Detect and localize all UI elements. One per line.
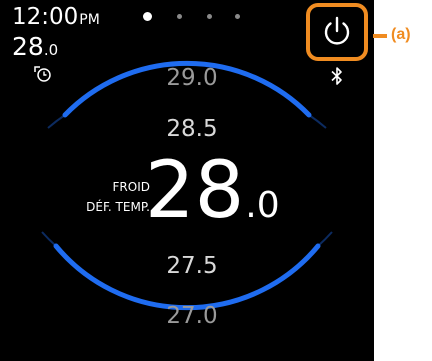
- setpoint-whole: 28: [145, 146, 245, 236]
- status-time: 12:00PM: [12, 4, 100, 33]
- callout-line: [373, 34, 387, 38]
- power-icon: [324, 16, 350, 45]
- page-dot-2[interactable]: [177, 14, 182, 19]
- thermostat-screen: 12:00PM 28.0 29.0 28.5 FROID DÉF. TEMP. …: [0, 0, 374, 361]
- callout-label: (a): [391, 26, 411, 43]
- time-ampm: PM: [79, 12, 100, 28]
- page-dot-3[interactable]: [207, 14, 212, 19]
- setpoint-display[interactable]: 28.0: [145, 145, 280, 252]
- selector-option-above-2[interactable]: 28.5: [132, 115, 252, 143]
- mode-line-2: DÉF. TEMP.: [86, 200, 150, 214]
- page-indicator[interactable]: [139, 10, 249, 24]
- page-dot-4[interactable]: [235, 14, 240, 19]
- time-value: 12:00: [12, 4, 79, 30]
- mode-line-1: FROID: [112, 180, 150, 194]
- current-temp-whole: 28: [12, 32, 44, 61]
- current-temp-decimal: .0: [43, 41, 59, 59]
- selector-option-below-1[interactable]: 27.5: [132, 252, 252, 280]
- timer-icon: [34, 66, 51, 82]
- bluetooth-icon: [331, 67, 342, 85]
- setpoint-decimal: .0: [245, 185, 280, 226]
- mode-label: FROID DÉF. TEMP.: [50, 177, 150, 217]
- selector-option-below-2[interactable]: 27.0: [132, 302, 252, 330]
- page-dot-1[interactable]: [143, 12, 152, 21]
- power-button[interactable]: [306, 3, 368, 61]
- selector-option-above-1[interactable]: 29.0: [132, 64, 252, 92]
- current-temperature: 28.0: [12, 33, 58, 64]
